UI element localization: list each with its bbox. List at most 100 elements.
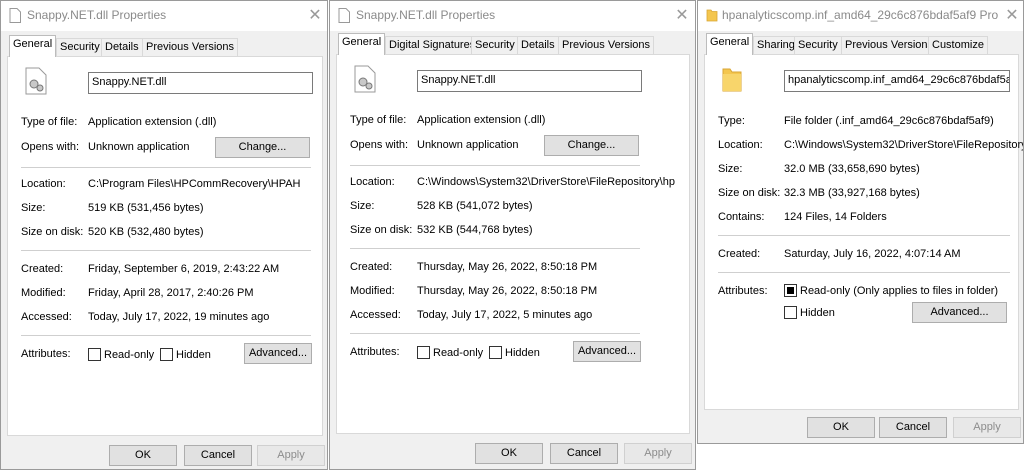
title-bar[interactable]: hpanalyticscomp.inf_amd64_29c6c876bdaf5a… — [698, 1, 1023, 31]
location-label: Location: — [718, 139, 763, 151]
hidden-label: Hidden — [176, 349, 211, 361]
advanced-button[interactable]: Advanced... — [573, 341, 641, 362]
tab-digital-signatures[interactable]: Digital Signatures — [385, 36, 480, 54]
size-on-disk-value: 520 KB (532,480 bytes) — [88, 226, 204, 238]
file-name-field[interactable]: Snappy.NET.dll — [88, 72, 313, 94]
dll-file-icon — [25, 67, 47, 95]
tab-general[interactable]: General — [706, 33, 754, 55]
separator — [718, 272, 1010, 273]
folder-icon — [722, 68, 742, 92]
opens-with-label: Opens with: — [21, 141, 80, 153]
read-only-checkbox[interactable] — [417, 346, 430, 359]
size-on-disk-value: 32.3 MB (33,927,168 bytes) — [784, 187, 920, 199]
size-label: Size: — [21, 202, 46, 214]
tab-general[interactable]: General — [338, 33, 386, 55]
cancel-button[interactable]: Cancel — [550, 443, 618, 464]
title-bar[interactable]: Snappy.NET.dll Properties ✕ — [1, 1, 327, 31]
type-value: Application extension (.dll) — [417, 114, 546, 126]
close-icon[interactable]: ✕ — [305, 6, 325, 26]
general-panel: Snappy.NET.dll Type of file: Application… — [336, 54, 690, 434]
tab-sharing[interactable]: Sharing — [753, 36, 799, 54]
cancel-button[interactable]: Cancel — [184, 445, 252, 466]
location-label: Location: — [21, 178, 66, 190]
ok-button[interactable]: OK — [807, 417, 875, 438]
size-label: Size: — [350, 200, 375, 212]
tab-previous-versions[interactable]: Previous Versions — [841, 36, 938, 54]
properties-window-2: Snappy.NET.dll Properties ✕ General Digi… — [329, 0, 696, 470]
attributes-label: Attributes: — [350, 346, 400, 358]
properties-window-3: hpanalyticscomp.inf_amd64_29c6c876bdaf5a… — [697, 0, 1024, 444]
read-only-label: Read-only — [104, 349, 155, 361]
tab-security[interactable]: Security — [471, 36, 519, 54]
tab-details[interactable]: Details — [101, 38, 143, 56]
created-label: Created: — [21, 263, 64, 275]
separator — [21, 335, 311, 336]
size-value: 528 KB (541,072 bytes) — [417, 200, 533, 212]
apply-button[interactable]: Apply — [953, 417, 1021, 438]
cancel-button[interactable]: Cancel — [879, 417, 947, 438]
accessed-value: Today, July 17, 2022, 19 minutes ago — [88, 311, 270, 323]
location-value: C:\Program Files\HPCommRecovery\HPAH — [88, 178, 301, 190]
accessed-label: Accessed: — [21, 311, 72, 323]
file-name-field[interactable]: Snappy.NET.dll — [417, 70, 642, 92]
location-label: Location: — [350, 176, 395, 188]
created-label: Created: — [350, 261, 393, 273]
file-icon — [9, 8, 21, 23]
separator — [21, 250, 311, 251]
close-icon[interactable]: ✕ — [1002, 6, 1022, 26]
folder-name-field[interactable]: hpanalyticscomp.inf_amd64_29c6c876bdaf5a… — [784, 70, 1010, 92]
opens-with-value: Unknown application — [417, 139, 519, 151]
tab-details[interactable]: Details — [517, 36, 559, 54]
hidden-checkbox[interactable] — [489, 346, 502, 359]
accessed-label: Accessed: — [350, 309, 401, 321]
hidden-checkbox[interactable] — [784, 306, 797, 319]
read-only-label: Read-only (Only applies to files in fold… — [800, 285, 999, 297]
read-only-checkbox[interactable] — [784, 284, 797, 297]
change-button[interactable]: Change... — [215, 137, 310, 158]
size-on-disk-value: 532 KB (544,768 bytes) — [417, 224, 533, 236]
window-title: Snappy.NET.dll Properties — [27, 8, 167, 22]
size-value: 32.0 MB (33,658,690 bytes) — [784, 163, 920, 175]
hidden-label: Hidden — [505, 347, 540, 359]
location-value: C:\Windows\System32\DriverStore\FileRepo… — [417, 176, 675, 188]
contains-value: 124 Files, 14 Folders — [784, 211, 887, 223]
advanced-button[interactable]: Advanced... — [244, 343, 312, 364]
apply-button[interactable]: Apply — [624, 443, 692, 464]
tab-security[interactable]: Security — [56, 38, 104, 56]
separator — [718, 235, 1010, 236]
separator — [350, 248, 640, 249]
ok-button[interactable]: OK — [475, 443, 543, 464]
tab-customize[interactable]: Customize — [928, 36, 988, 54]
separator — [350, 165, 640, 166]
created-value: Friday, September 6, 2019, 2:43:22 AM — [88, 263, 280, 275]
change-button[interactable]: Change... — [544, 135, 639, 156]
tab-general[interactable]: General — [9, 35, 57, 57]
size-on-disk-label: Size on disk: — [718, 187, 781, 199]
opens-with-label: Opens with: — [350, 139, 409, 151]
attributes-label: Attributes: — [718, 285, 768, 297]
read-only-checkbox[interactable] — [88, 348, 101, 361]
size-on-disk-label: Size on disk: — [350, 224, 413, 236]
tab-previous-versions[interactable]: Previous Versions — [142, 38, 239, 56]
close-icon[interactable]: ✕ — [672, 6, 692, 26]
location-value: C:\Windows\System32\DriverStore\FileRepo… — [784, 139, 1024, 151]
tab-security[interactable]: Security — [794, 36, 842, 54]
apply-button[interactable]: Apply — [257, 445, 325, 466]
window-title: hpanalyticscomp.inf_amd64_29c6c876bdaf5a… — [722, 8, 998, 22]
ok-button[interactable]: OK — [109, 445, 177, 466]
title-bar[interactable]: Snappy.NET.dll Properties ✕ — [330, 1, 695, 31]
folder-icon — [706, 9, 718, 22]
contains-label: Contains: — [718, 211, 765, 223]
general-panel: hpanalyticscomp.inf_amd64_29c6c876bdaf5a… — [704, 54, 1023, 410]
separator — [350, 333, 640, 334]
type-value: Application extension (.dll) — [88, 116, 217, 128]
opens-with-value: Unknown application — [88, 141, 190, 153]
separator — [21, 167, 311, 168]
modified-label: Modified: — [21, 287, 66, 299]
hidden-checkbox[interactable] — [160, 348, 173, 361]
tab-previous-versions[interactable]: Previous Versions — [558, 36, 655, 54]
window-title: Snappy.NET.dll Properties — [356, 8, 496, 22]
type-label: Type: — [718, 115, 745, 127]
type-label: Type of file: — [350, 114, 407, 126]
advanced-button[interactable]: Advanced... — [912, 302, 1007, 323]
